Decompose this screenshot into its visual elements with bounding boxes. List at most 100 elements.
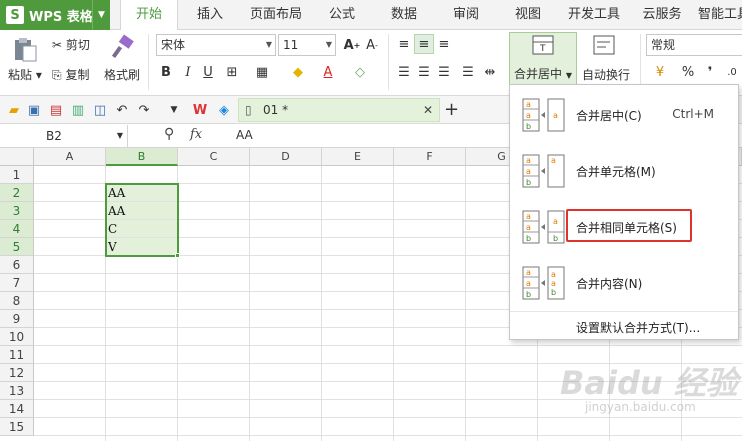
row-header[interactable]: 10 bbox=[0, 328, 34, 346]
chevron-down-icon[interactable]: ▼ bbox=[92, 0, 110, 30]
gridline bbox=[321, 166, 322, 441]
font-color-icon[interactable]: A bbox=[318, 62, 338, 82]
align-bottom-icon[interactable]: ≡ bbox=[434, 34, 454, 54]
app-menu-button[interactable]: S WPS 表格 ▼ bbox=[0, 0, 110, 30]
row-header[interactable]: 15 bbox=[0, 418, 34, 436]
increase-font-icon[interactable]: A + bbox=[342, 35, 362, 55]
auto-wrap-icon[interactable] bbox=[592, 34, 616, 56]
wps-w-icon[interactable]: W bbox=[190, 100, 210, 120]
justify-icon[interactable]: ☰ bbox=[458, 62, 478, 82]
menu-item-shortcut: Ctrl+M bbox=[672, 107, 714, 121]
cell-b3[interactable]: AA bbox=[106, 202, 178, 220]
tab-cloud[interactable]: 云服务 bbox=[636, 0, 688, 30]
row-header[interactable]: 12 bbox=[0, 364, 34, 382]
cell-style-icon[interactable]: ▦ bbox=[252, 62, 272, 82]
menu-item-default-merge-setting[interactable]: 设置默认合并方式(T)... bbox=[576, 319, 700, 336]
copy-button[interactable]: ⎘ 复制 bbox=[52, 66, 89, 83]
name-box[interactable]: B2 ▼ bbox=[0, 125, 128, 147]
menu-item-merge-center[interactable]: aaba 合并居中(C) Ctrl+M bbox=[510, 93, 738, 137]
tab-formula[interactable]: 公式 bbox=[320, 0, 364, 30]
row-header[interactable]: 4 bbox=[0, 220, 34, 238]
print-icon[interactable]: ▥ bbox=[68, 100, 88, 120]
row-header[interactable]: 6 bbox=[0, 256, 34, 274]
italic-button[interactable]: I bbox=[178, 62, 198, 82]
gridline bbox=[465, 166, 466, 441]
menu-item-merge-cells[interactable]: aaba 合并单元格(M) bbox=[510, 149, 738, 193]
undo-icon[interactable]: ↶ bbox=[112, 100, 132, 120]
font-size-select[interactable]: 11 ▼ bbox=[278, 34, 336, 56]
row-header[interactable]: 13 bbox=[0, 382, 34, 400]
auto-wrap-button[interactable]: 自动换行 bbox=[582, 66, 630, 83]
tab-view[interactable]: 视图 bbox=[506, 0, 550, 30]
close-icon[interactable]: ✕ bbox=[423, 99, 433, 121]
cube-icon[interactable]: ◈ bbox=[214, 100, 234, 120]
column-header[interactable]: B bbox=[106, 148, 178, 166]
currency-icon[interactable]: ¥ bbox=[650, 62, 670, 82]
row-header[interactable]: 11 bbox=[0, 346, 34, 364]
borders-icon[interactable]: ⊞ bbox=[222, 62, 242, 82]
format-painter-icon[interactable] bbox=[110, 34, 136, 60]
paste-button[interactable]: 粘贴 ▾ bbox=[8, 66, 42, 83]
tab-home[interactable]: 开始 bbox=[120, 0, 178, 31]
align-top-icon[interactable]: ≡ bbox=[394, 34, 414, 54]
row-header[interactable]: 8 bbox=[0, 292, 34, 310]
cell-b4[interactable]: C bbox=[106, 220, 178, 238]
menu-item-merge-content[interactable]: aabaab 合并内容(N) bbox=[510, 261, 738, 305]
svg-text:a: a bbox=[526, 212, 531, 221]
align-middle-icon[interactable]: ≡ bbox=[414, 34, 434, 54]
align-right-icon[interactable]: ☰ bbox=[434, 62, 454, 82]
align-left-icon[interactable]: ☰ bbox=[394, 62, 414, 82]
format-painter-button[interactable]: 格式刷 bbox=[104, 66, 140, 83]
export-pdf-icon[interactable]: ▤ bbox=[46, 100, 66, 120]
merge-center-button[interactable]: T 合并居中 ▼ bbox=[509, 32, 577, 86]
formula-input[interactable]: AA bbox=[236, 128, 253, 142]
chevron-down-icon[interactable]: ▼ bbox=[164, 100, 184, 120]
tab-document[interactable]: ▯ 01 * ✕ bbox=[238, 98, 440, 122]
column-header[interactable]: C bbox=[178, 148, 250, 166]
row-header[interactable]: 2 bbox=[0, 184, 34, 202]
tab-data[interactable]: 数据 bbox=[382, 0, 426, 30]
row-header[interactable]: 3 bbox=[0, 202, 34, 220]
select-all-corner[interactable] bbox=[0, 148, 34, 166]
svg-text:a: a bbox=[526, 156, 531, 165]
column-header[interactable]: E bbox=[322, 148, 394, 166]
svg-text:a: a bbox=[553, 111, 558, 120]
save-icon[interactable]: ▣ bbox=[24, 100, 44, 120]
distribute-icon[interactable]: ⇹ bbox=[480, 62, 500, 82]
open-folder-icon[interactable]: ▰ bbox=[4, 100, 24, 120]
comma-button[interactable]: ❜ bbox=[700, 62, 720, 82]
number-format-select[interactable]: 常规 bbox=[646, 34, 742, 56]
svg-text:b: b bbox=[553, 234, 558, 243]
decimal-icon[interactable]: .0 bbox=[722, 62, 742, 82]
add-tab-icon[interactable]: + bbox=[444, 99, 459, 120]
underline-button[interactable]: U bbox=[198, 62, 218, 82]
paste-icon[interactable] bbox=[12, 36, 38, 62]
column-header[interactable]: D bbox=[250, 148, 322, 166]
preview-icon[interactable]: ◫ bbox=[90, 100, 110, 120]
row-header[interactable]: 9 bbox=[0, 310, 34, 328]
cut-button[interactable]: ✂ 剪切 bbox=[52, 36, 90, 53]
column-header[interactable]: A bbox=[34, 148, 106, 166]
tab-developer[interactable]: 开发工具 bbox=[562, 0, 626, 30]
zoom-icon[interactable]: ⚲ bbox=[164, 126, 174, 142]
row-header[interactable]: 1 bbox=[0, 166, 34, 184]
row-header[interactable]: 14 bbox=[0, 400, 34, 418]
cell-b2[interactable]: AA bbox=[106, 184, 178, 202]
decrease-font-icon[interactable]: A- bbox=[362, 35, 382, 55]
redo-icon[interactable]: ↷ bbox=[134, 100, 154, 120]
tab-review[interactable]: 审阅 bbox=[444, 0, 488, 30]
column-header[interactable]: F bbox=[394, 148, 466, 166]
cell-b5[interactable]: V bbox=[106, 238, 178, 256]
row-header[interactable]: 5 bbox=[0, 238, 34, 256]
align-center-icon[interactable]: ☰ bbox=[414, 62, 434, 82]
row-header[interactable]: 7 bbox=[0, 274, 34, 292]
tab-page-layout[interactable]: 页面布局 bbox=[244, 0, 308, 30]
percent-button[interactable]: % bbox=[678, 62, 698, 82]
tab-insert[interactable]: 插入 bbox=[186, 0, 234, 30]
tab-smart-tools[interactable]: 智能工具 bbox=[698, 0, 742, 30]
font-name-select[interactable]: 宋体 ▼ bbox=[156, 34, 276, 56]
bold-button[interactable]: B bbox=[156, 62, 176, 82]
fill-color-icon[interactable]: ◆ bbox=[288, 62, 308, 82]
clear-format-icon[interactable]: ◇ bbox=[350, 62, 370, 82]
fx-icon[interactable]: fx bbox=[190, 127, 202, 142]
